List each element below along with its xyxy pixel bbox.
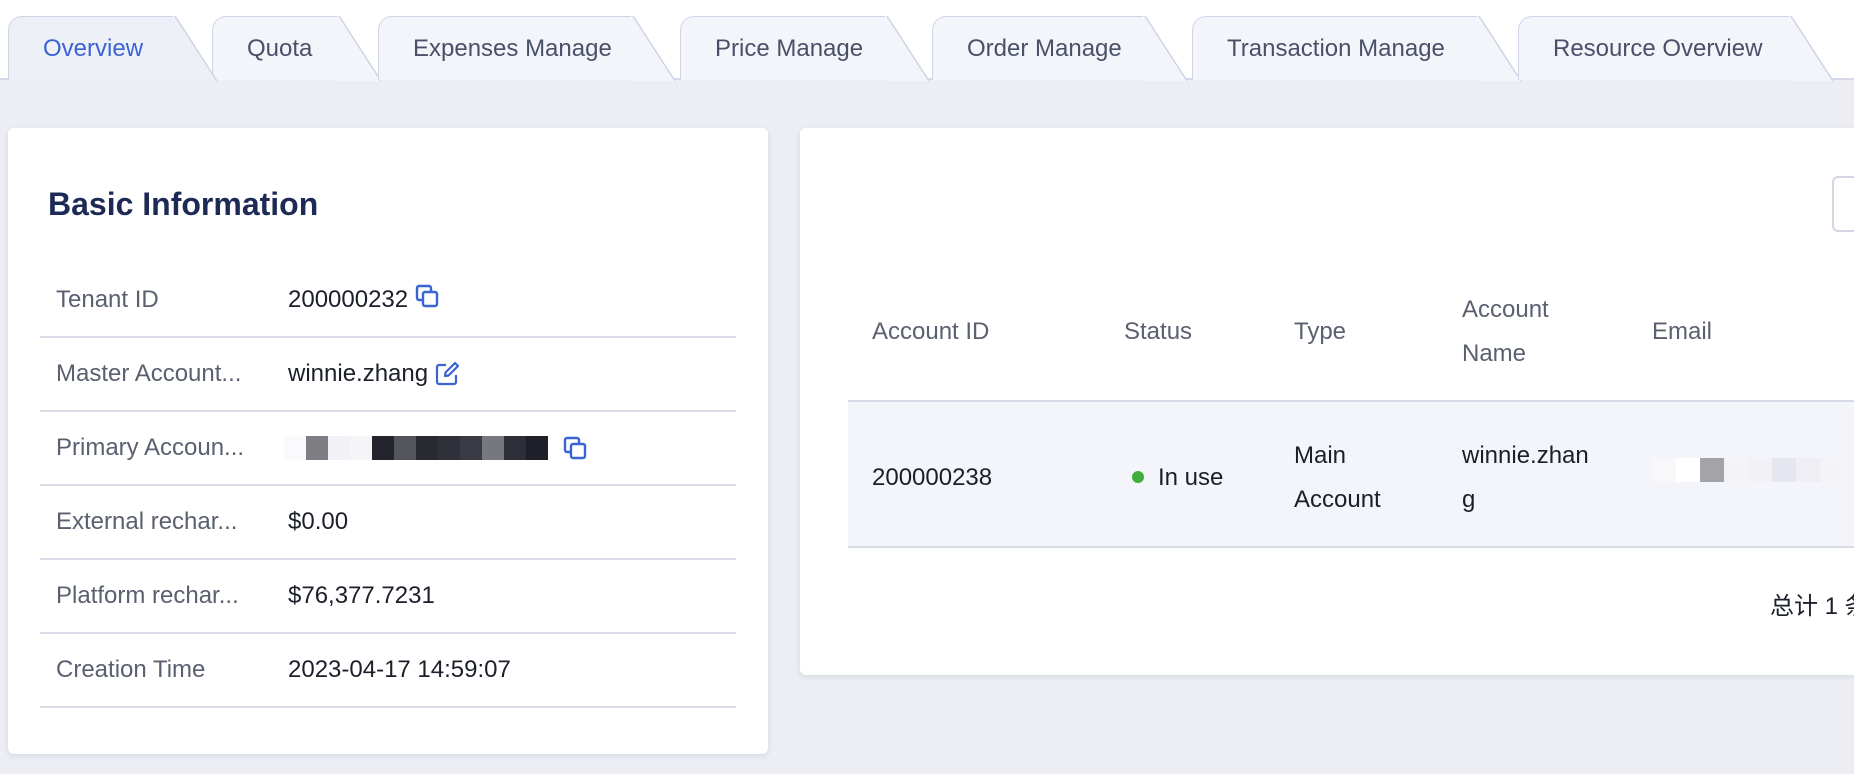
cell-email (1652, 458, 1844, 482)
status-dot-icon (1132, 470, 1144, 483)
info-row-tenant-id: Tenant ID 200000232 (40, 264, 736, 338)
cell-type: Main Account (1294, 434, 1381, 522)
tab-label: Resource Overview (1553, 34, 1763, 62)
tab-label: Overview (43, 34, 144, 62)
redacted-block (1724, 458, 1748, 482)
info-row-primary-account: Primary Accoun... (40, 412, 736, 486)
tab-edge (1143, 15, 1188, 81)
tab-expenses-manage[interactable]: Expenses Manage (378, 15, 676, 81)
edit-icon[interactable] (434, 361, 460, 387)
info-value (284, 435, 588, 461)
info-value: 200000232 (288, 283, 440, 314)
tab-label: Quota (247, 34, 313, 62)
info-label: Primary Accoun... (56, 434, 245, 461)
redacted-block (1820, 458, 1844, 482)
column-header-status: Status (1124, 318, 1193, 345)
tab-order-manage[interactable]: Order Manage (932, 15, 1188, 81)
tab-label: Price Manage (715, 34, 864, 62)
tab-bar: Overview Quota Expenses Manage Price Man… (0, 0, 1854, 81)
info-row-external-recharge: External rechar... $0.00 (40, 486, 736, 560)
tab-price-manage[interactable]: Price Manage (680, 15, 930, 81)
info-row-platform-recharge: Platform rechar... $76,377.7231 (40, 560, 736, 634)
info-label: Platform rechar... (56, 582, 239, 609)
tab-quota[interactable]: Quota (212, 15, 382, 81)
tab-label: Expenses Manage (413, 34, 612, 62)
tab-label: Transaction Manage (1227, 34, 1445, 62)
redacted-block (1652, 458, 1676, 482)
column-header-email: Email (1652, 318, 1713, 345)
info-row-master-account: Master Account... winnie.zhang (40, 338, 736, 412)
copy-icon[interactable] (414, 283, 440, 309)
master-account-value: winnie.zhang (288, 360, 429, 387)
cell-status: In use (1132, 456, 1223, 500)
redacted-block (1700, 458, 1724, 482)
tab-transaction-manage[interactable]: Transaction Manage (1192, 15, 1522, 81)
tab-edge (631, 15, 676, 81)
status-text: In use (1158, 464, 1224, 491)
info-label: Tenant ID (56, 286, 159, 313)
redacted-block (1796, 458, 1820, 482)
redacted-block (1676, 458, 1700, 482)
redacted-block (1772, 458, 1796, 482)
tab-label: Order Manage (967, 34, 1122, 62)
tab-edge (173, 15, 218, 81)
copy-icon[interactable] (562, 435, 588, 461)
info-row-creation-time: Creation Time 2023-04-17 14:59:07 (40, 634, 736, 708)
tab-edge (1477, 15, 1522, 81)
redacted-block (1748, 458, 1772, 482)
table-row[interactable]: 200000238 In use Main Account winnie.zha… (848, 402, 1854, 548)
basic-information-title: Basic Information (48, 186, 319, 222)
tenant-id-value: 200000232 (288, 286, 409, 313)
name-line: g (1462, 486, 1476, 513)
info-label: External rechar... (56, 508, 238, 535)
type-line: Main (1294, 442, 1347, 469)
type-line: Account (1294, 486, 1381, 513)
column-header-account-name: Account Name (1462, 296, 1549, 367)
tab-edge (337, 15, 382, 81)
column-header-account-id: Account ID (872, 318, 990, 345)
creation-time-value: 2023-04-17 14:59:07 (288, 656, 511, 683)
name-line: winnie.zhan (1462, 442, 1589, 469)
info-value: winnie.zhang (288, 360, 460, 388)
info-label: Creation Time (56, 656, 206, 683)
tab-edge (885, 15, 930, 81)
platform-recharge-value: $76,377.7231 (288, 582, 435, 609)
tab-resource-overview[interactable]: Resource Overview (1518, 15, 1834, 81)
tab-edge (1789, 15, 1834, 81)
search-input[interactable] (1832, 176, 1854, 232)
column-header-type: Type (1294, 318, 1347, 345)
external-recharge-value: $0.00 (288, 508, 349, 535)
redacted-value (284, 436, 548, 460)
cell-account-name: winnie.zhan g (1462, 434, 1589, 522)
table-total: 总计 1 条 (1770, 593, 1854, 620)
info-label: Master Account... (56, 360, 242, 387)
cell-account-id: 200000238 (872, 464, 993, 491)
tab-overview[interactable]: Overview (8, 15, 218, 81)
